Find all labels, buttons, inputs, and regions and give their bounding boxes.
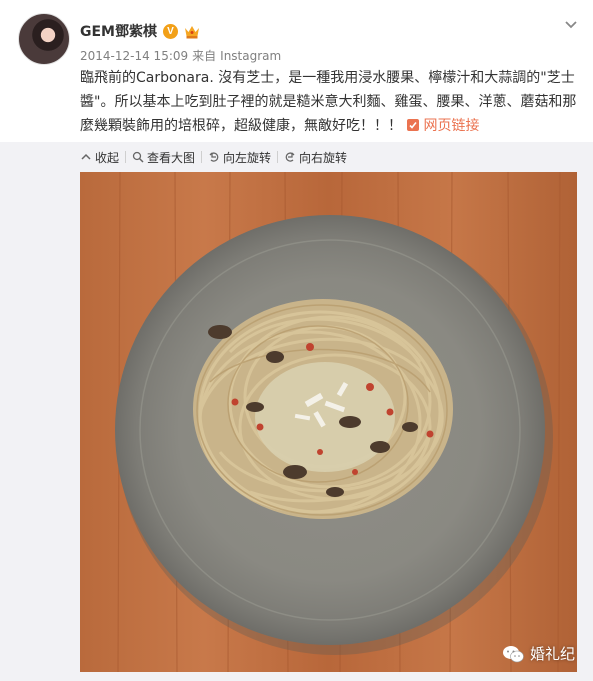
zoom-icon (132, 151, 144, 163)
image-toolbar: 收起 查看大图 向左旋转 向右旋转 (80, 148, 353, 166)
source-prefix: 来自 (192, 49, 217, 63)
post-meta: 2014-12-14 15:09 来自 Instagram (80, 47, 285, 64)
avatar[interactable] (18, 13, 70, 65)
author-name[interactable]: GEM鄧紫棋 (80, 21, 157, 41)
wechat-icon (502, 645, 524, 662)
watermark-label: 婚礼纪 (529, 645, 575, 663)
post-image[interactable] (80, 172, 577, 672)
food-photo (80, 172, 577, 672)
rotate-left-icon (209, 152, 219, 162)
collapse-icon (81, 153, 91, 160)
verified-badge: V (163, 23, 178, 39)
crown-icon[interactable] (184, 24, 200, 39)
post-text: 臨飛前的Carbonara. 沒有芝士，是一種我用浸水腰果、檸檬汁和大蒜調的"芝… (80, 66, 584, 138)
weblink-label: 网页链接 (423, 118, 480, 134)
post-body: 臨飛前的Carbonara. 沒有芝士，是一種我用浸水腰果、檸檬汁和大蒜調的"芝… (80, 70, 577, 134)
rotate-right-icon (285, 152, 295, 162)
post-source[interactable]: Instagram (220, 49, 281, 63)
view-large-label: 查看大图 (147, 150, 196, 165)
rotate-left-label: 向左旋转 (223, 150, 272, 165)
weblink[interactable]: 网页链接 (406, 118, 479, 134)
view-large-button[interactable]: 查看大图 (126, 149, 201, 166)
collapse-label: 收起 (95, 150, 120, 165)
collapse-button[interactable]: 收起 (80, 149, 125, 166)
link-icon (407, 119, 420, 131)
rotate-right-button[interactable]: 向右旋转 (278, 149, 353, 166)
rotate-right-label: 向右旋转 (299, 150, 348, 165)
watermark: 婚礼纪 (502, 643, 575, 664)
post-timestamp[interactable]: 2014-12-14 15:09 (80, 49, 188, 63)
rotate-left-button[interactable]: 向左旋转 (202, 149, 277, 166)
author-row: GEM鄧紫棋 V (80, 21, 200, 41)
chevron-down-icon[interactable] (563, 16, 579, 32)
